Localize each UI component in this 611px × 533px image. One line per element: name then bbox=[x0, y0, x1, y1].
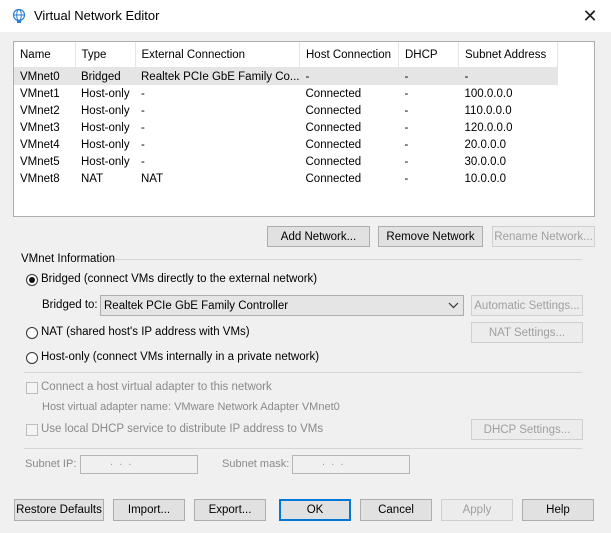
cell-host-connection: - bbox=[299, 67, 399, 85]
cell-subnet-address: 30.0.0.0 bbox=[464, 155, 507, 168]
bridged-label[interactable]: Bridged (connect VMs directly to the ext… bbox=[41, 273, 317, 285]
cell-type: Host-only bbox=[81, 87, 130, 100]
cell-type: Host-only bbox=[81, 138, 130, 151]
cell-subnet-address: 120.0.0.0 bbox=[464, 121, 513, 134]
table-row[interactable]: VMnet1 Host-only - Connected - 100.0.0.0 bbox=[14, 85, 558, 102]
host-only-radio[interactable] bbox=[26, 352, 38, 364]
cell-dhcp: - bbox=[404, 104, 409, 117]
apply-button[interactable]: Apply bbox=[441, 499, 513, 521]
table-row[interactable]: VMnet3 Host-only - Connected - 120.0.0.0 bbox=[14, 119, 558, 136]
cell-type: Host-only bbox=[81, 121, 130, 134]
table-row[interactable]: VMnet0 Bridged Realtek PCIe GbE Family C… bbox=[14, 67, 558, 85]
cell-external-connection: - bbox=[141, 155, 145, 168]
help-button[interactable]: Help bbox=[522, 499, 594, 521]
cell-external-connection: - bbox=[141, 138, 145, 151]
table-header-row: Name Type External Connection Host Conne… bbox=[14, 42, 558, 68]
remove-network-button[interactable]: Remove Network bbox=[378, 226, 483, 247]
cell-dhcp: - bbox=[404, 87, 409, 100]
cell-subnet-address: 110.0.0.0 bbox=[464, 104, 512, 117]
connect-adapter-label[interactable]: Connect a host virtual adapter to this n… bbox=[41, 381, 272, 393]
column-header-dhcp[interactable]: DHCP bbox=[398, 42, 459, 68]
subnet-mask-label: Subnet mask: bbox=[222, 458, 290, 470]
window-title: Virtual Network Editor bbox=[34, 8, 160, 23]
subnet-ip-input[interactable]: . . . bbox=[80, 455, 198, 474]
cell-external-connection: - bbox=[141, 87, 145, 100]
nat-radio[interactable] bbox=[26, 327, 38, 339]
add-network-button[interactable]: Add Network... bbox=[267, 226, 370, 247]
cell-name: VMnet2 bbox=[20, 104, 60, 117]
dhcp-settings-button[interactable]: DHCP Settings... bbox=[471, 419, 583, 440]
bridged-to-dropdown[interactable]: Realtek PCIe GbE Family Controller bbox=[100, 295, 464, 316]
restore-defaults-button[interactable]: Restore Defaults bbox=[14, 499, 104, 521]
cell-host-connection: Connected bbox=[305, 172, 362, 185]
nat-settings-button[interactable]: NAT Settings... bbox=[471, 322, 583, 343]
network-table[interactable]: Name Type External Connection Host Conne… bbox=[13, 41, 595, 217]
ok-button[interactable]: OK bbox=[279, 499, 351, 521]
chevron-down-icon bbox=[448, 299, 459, 314]
cell-name: VMnet5 bbox=[20, 155, 60, 168]
adapter-name-text: Host virtual adapter name: VMware Networ… bbox=[42, 401, 340, 413]
cell-external-connection: - bbox=[141, 104, 145, 117]
nat-label[interactable]: NAT (shared host's IP address with VMs) bbox=[41, 326, 250, 338]
column-header-subnet-address[interactable]: Subnet Address bbox=[458, 42, 558, 68]
cell-dhcp: - bbox=[404, 172, 409, 185]
network-globe-icon bbox=[11, 8, 27, 24]
cell-subnet-address: 20.0.0.0 bbox=[464, 138, 507, 151]
table-row[interactable]: VMnet5 Host-only - Connected - 30.0.0.0 bbox=[14, 153, 558, 170]
subnet-ip-label: Subnet IP: bbox=[25, 458, 77, 470]
host-only-label[interactable]: Host-only (connect VMs internally in a p… bbox=[41, 351, 319, 363]
divider bbox=[24, 372, 582, 373]
cell-host-connection: Connected bbox=[305, 87, 362, 100]
dhcp-checkbox[interactable] bbox=[26, 424, 38, 436]
cell-external-connection: - bbox=[141, 121, 145, 134]
cell-subnet-address: - bbox=[458, 67, 558, 85]
cell-host-connection: Connected bbox=[305, 138, 362, 151]
cell-subnet-address: 100.0.0.0 bbox=[464, 87, 513, 100]
cell-type: Host-only bbox=[81, 155, 130, 168]
cell-type: Bridged bbox=[75, 67, 135, 85]
table-row[interactable]: VMnet8 NAT NAT Connected - 10.0.0.0 bbox=[14, 170, 558, 187]
cell-name: VMnet0 bbox=[14, 67, 75, 85]
bridged-to-label: Bridged to: bbox=[42, 299, 98, 311]
cell-host-connection: Connected bbox=[305, 121, 362, 134]
cell-type: NAT bbox=[81, 172, 104, 185]
import-button[interactable]: Import... bbox=[113, 499, 185, 521]
bridged-radio[interactable] bbox=[26, 274, 38, 286]
cell-dhcp: - bbox=[398, 67, 459, 85]
divider bbox=[24, 448, 582, 449]
table-row[interactable]: VMnet4 Host-only - Connected - 20.0.0.0 bbox=[14, 136, 558, 153]
rename-network-button[interactable]: Rename Network... bbox=[492, 226, 595, 247]
group-divider bbox=[104, 259, 582, 260]
cell-dhcp: - bbox=[404, 121, 409, 134]
subnet-mask-input[interactable]: . . . bbox=[292, 455, 410, 474]
cell-subnet-address: 10.0.0.0 bbox=[464, 172, 507, 185]
table-row[interactable]: VMnet2 Host-only - Connected - 110.0.0.0 bbox=[14, 102, 558, 119]
column-header-type[interactable]: Type bbox=[75, 42, 136, 68]
cell-dhcp: - bbox=[404, 138, 409, 151]
cell-name: VMnet4 bbox=[20, 138, 60, 151]
vmnet-information-legend: VMnet Information bbox=[21, 253, 115, 265]
automatic-settings-button[interactable]: Automatic Settings... bbox=[471, 295, 583, 316]
dhcp-label[interactable]: Use local DHCP service to distribute IP … bbox=[41, 423, 323, 435]
column-header-external-connection[interactable]: External Connection bbox=[135, 42, 300, 68]
cell-dhcp: - bbox=[404, 155, 409, 168]
column-header-host-connection[interactable]: Host Connection bbox=[299, 42, 399, 68]
cell-external-connection: Realtek PCIe GbE Family Co... bbox=[135, 67, 300, 85]
cell-host-connection: Connected bbox=[305, 104, 362, 117]
cell-type: Host-only bbox=[81, 104, 130, 117]
column-header-name[interactable]: Name bbox=[14, 42, 76, 68]
cell-name: VMnet3 bbox=[20, 121, 60, 134]
bridged-to-value: Realtek PCIe GbE Family Controller bbox=[104, 299, 289, 312]
connect-adapter-checkbox[interactable] bbox=[26, 382, 38, 394]
cell-external-connection: NAT bbox=[141, 172, 164, 185]
cancel-button[interactable]: Cancel bbox=[360, 499, 432, 521]
cell-host-connection: Connected bbox=[305, 155, 362, 168]
cell-name: VMnet8 bbox=[20, 172, 60, 185]
close-icon[interactable]: ✕ bbox=[574, 4, 606, 28]
cell-name: VMnet1 bbox=[20, 87, 60, 100]
export-button[interactable]: Export... bbox=[194, 499, 266, 521]
